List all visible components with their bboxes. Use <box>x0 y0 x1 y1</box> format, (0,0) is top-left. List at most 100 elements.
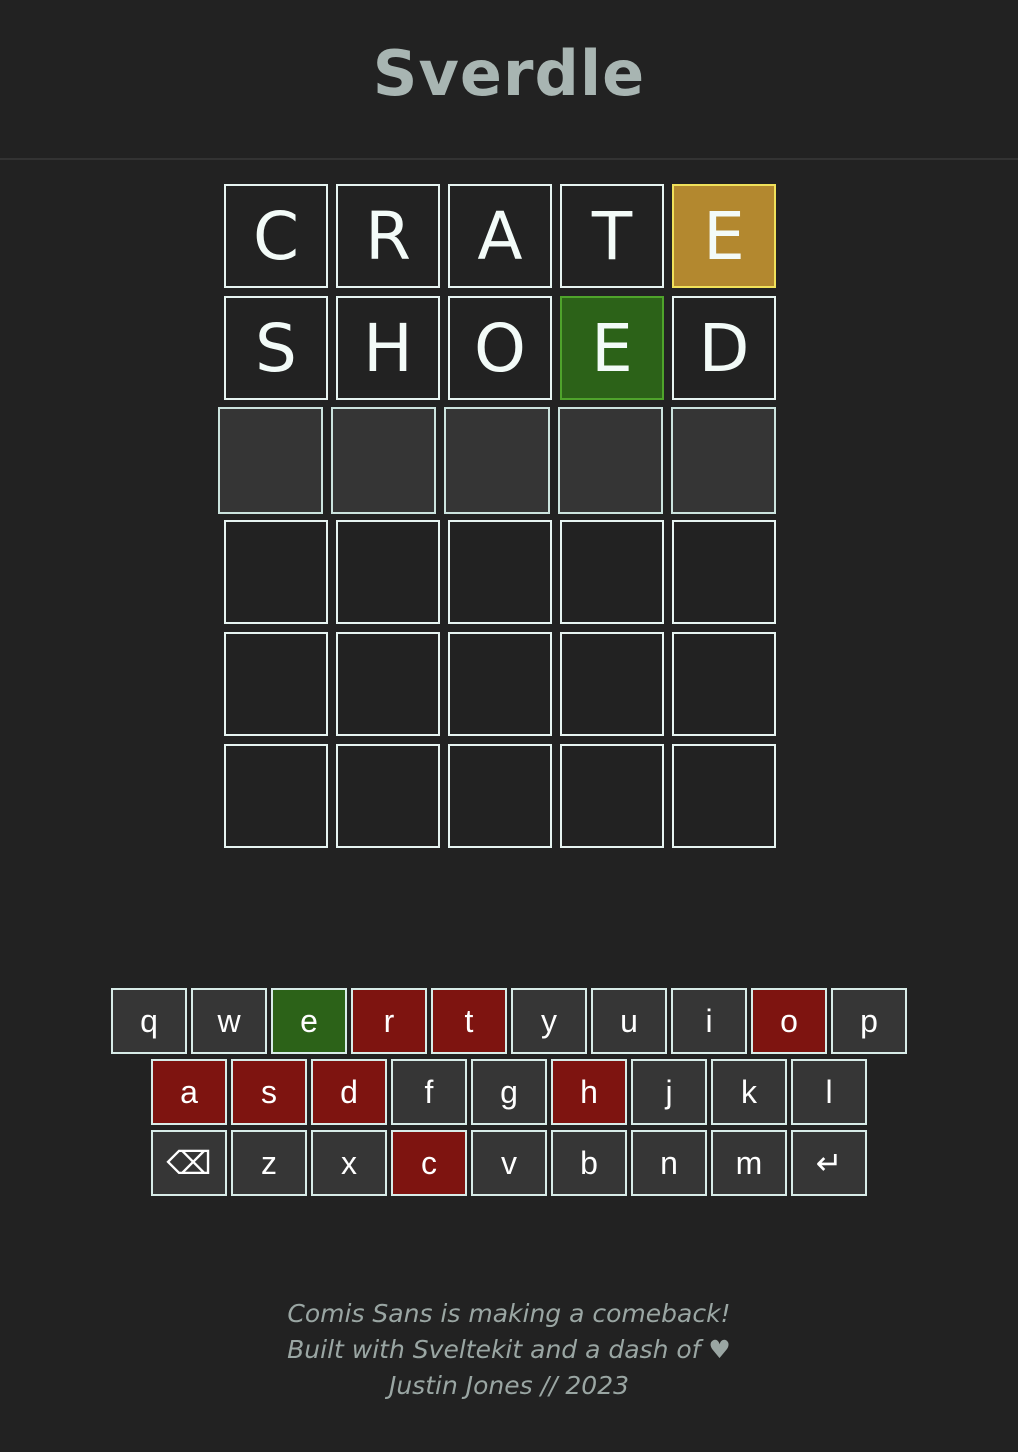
key-label: h <box>580 1073 598 1110</box>
key-label: o <box>780 1002 798 1039</box>
app-header: Sverdle <box>0 0 1018 160</box>
enter-key[interactable]: ↵ <box>791 1130 867 1196</box>
key-label: r <box>383 1002 395 1039</box>
letter-tile <box>672 520 776 624</box>
enter-icon: ↵ <box>815 1145 843 1181</box>
board-row <box>224 520 776 624</box>
key-label: l <box>825 1073 833 1110</box>
footer: Comis Sans is making a comeback! Built w… <box>0 1296 1018 1404</box>
key-label: z <box>261 1144 277 1181</box>
key-e[interactable]: e <box>271 988 347 1054</box>
key-label: f <box>424 1073 434 1110</box>
key-label: e <box>300 1002 318 1039</box>
letter-tile: D <box>672 296 776 400</box>
key-label: q <box>140 1002 158 1039</box>
key-label: i <box>705 1002 713 1039</box>
key-z[interactable]: z <box>231 1130 307 1196</box>
key-label: b <box>580 1144 598 1181</box>
key-d[interactable]: d <box>311 1059 387 1125</box>
footer-line-3: Justin Jones // 2023 <box>388 1371 630 1400</box>
key-k[interactable]: k <box>711 1059 787 1125</box>
letter-tile: T <box>560 184 664 288</box>
key-r[interactable]: r <box>351 988 427 1054</box>
keyboard-row: qwertyuiop <box>0 988 1018 1054</box>
key-label: j <box>665 1073 673 1110</box>
key-label: p <box>860 1002 878 1039</box>
key-a[interactable]: a <box>151 1059 227 1125</box>
board-row <box>224 632 776 736</box>
letter-tile <box>448 744 552 848</box>
key-label: t <box>464 1002 474 1039</box>
letter-tile <box>448 632 552 736</box>
letter-tile <box>557 407 663 514</box>
key-i[interactable]: i <box>671 988 747 1054</box>
key-label: g <box>500 1073 518 1110</box>
key-g[interactable]: g <box>471 1059 547 1125</box>
letter-tile: E <box>672 184 776 288</box>
letter-tile <box>224 520 328 624</box>
footer-line-1: Comis Sans is making a comeback! <box>287 1299 731 1328</box>
key-label: w <box>217 1002 241 1039</box>
key-label: u <box>620 1002 638 1039</box>
key-v[interactable]: v <box>471 1130 547 1196</box>
app-title: Sverdle <box>372 36 646 110</box>
letter-tile <box>670 407 777 514</box>
key-w[interactable]: w <box>191 988 267 1054</box>
key-label: a <box>180 1073 198 1110</box>
board-row: SHOED <box>224 296 776 400</box>
key-q[interactable]: q <box>111 988 187 1054</box>
game-board: CRATESHOED <box>218 184 777 856</box>
key-o[interactable]: o <box>751 988 827 1054</box>
keyboard-row: asdfghjkl <box>0 1059 1018 1125</box>
letter-tile <box>218 407 324 514</box>
letter-tile: H <box>336 296 440 400</box>
key-t[interactable]: t <box>431 988 507 1054</box>
key-label: m <box>735 1144 763 1181</box>
key-n[interactable]: n <box>631 1130 707 1196</box>
key-f[interactable]: f <box>391 1059 467 1125</box>
letter-tile <box>224 632 328 736</box>
letter-tile <box>224 744 328 848</box>
key-label: n <box>660 1144 678 1181</box>
on-screen-keyboard: q w e r t y u i o p a s d f g h j k l ⌫ z x c v b n m ↵ <box>0 988 1018 1201</box>
key-p[interactable]: p <box>831 988 907 1054</box>
board-row <box>224 744 776 848</box>
keyboard-row: ⌫ z x c v b n m ↵ <box>0 1130 1018 1196</box>
key-u[interactable]: u <box>591 988 667 1054</box>
letter-tile <box>444 407 550 514</box>
key-label: v <box>501 1144 517 1181</box>
backspace-icon: ⌫ <box>166 1145 212 1181</box>
board-row <box>218 407 777 514</box>
key-label: y <box>541 1002 557 1039</box>
backspace-key[interactable]: ⌫ <box>151 1130 227 1196</box>
board-row: CRATE <box>224 184 776 288</box>
key-s[interactable]: s <box>231 1059 307 1125</box>
key-h[interactable]: h <box>551 1059 627 1125</box>
letter-tile <box>560 520 664 624</box>
key-y[interactable]: y <box>511 988 587 1054</box>
letter-tile: A <box>448 184 552 288</box>
letter-tile <box>672 744 776 848</box>
key-x[interactable]: x <box>311 1130 387 1196</box>
letter-tile: C <box>224 184 328 288</box>
key-label: s <box>261 1073 277 1110</box>
letter-tile: S <box>224 296 328 400</box>
letter-tile: R <box>336 184 440 288</box>
key-m[interactable]: m <box>711 1130 787 1196</box>
key-label: x <box>341 1144 357 1181</box>
key-b[interactable]: b <box>551 1130 627 1196</box>
letter-tile <box>331 407 437 514</box>
letter-tile <box>672 632 776 736</box>
letter-tile <box>336 632 440 736</box>
key-l[interactable]: l <box>791 1059 867 1125</box>
key-c[interactable]: c <box>391 1130 467 1196</box>
letter-tile <box>560 632 664 736</box>
sverdle-page: Sverdle CRATESHOED q w e r t y u i o p a s d f g h j k l ⌫ z… <box>0 0 1018 1452</box>
key-j[interactable]: j <box>631 1059 707 1125</box>
key-label: c <box>421 1144 437 1181</box>
letter-tile <box>560 744 664 848</box>
key-label: k <box>741 1073 757 1110</box>
key-label: d <box>340 1073 358 1110</box>
letter-tile: O <box>448 296 552 400</box>
letter-tile <box>448 520 552 624</box>
